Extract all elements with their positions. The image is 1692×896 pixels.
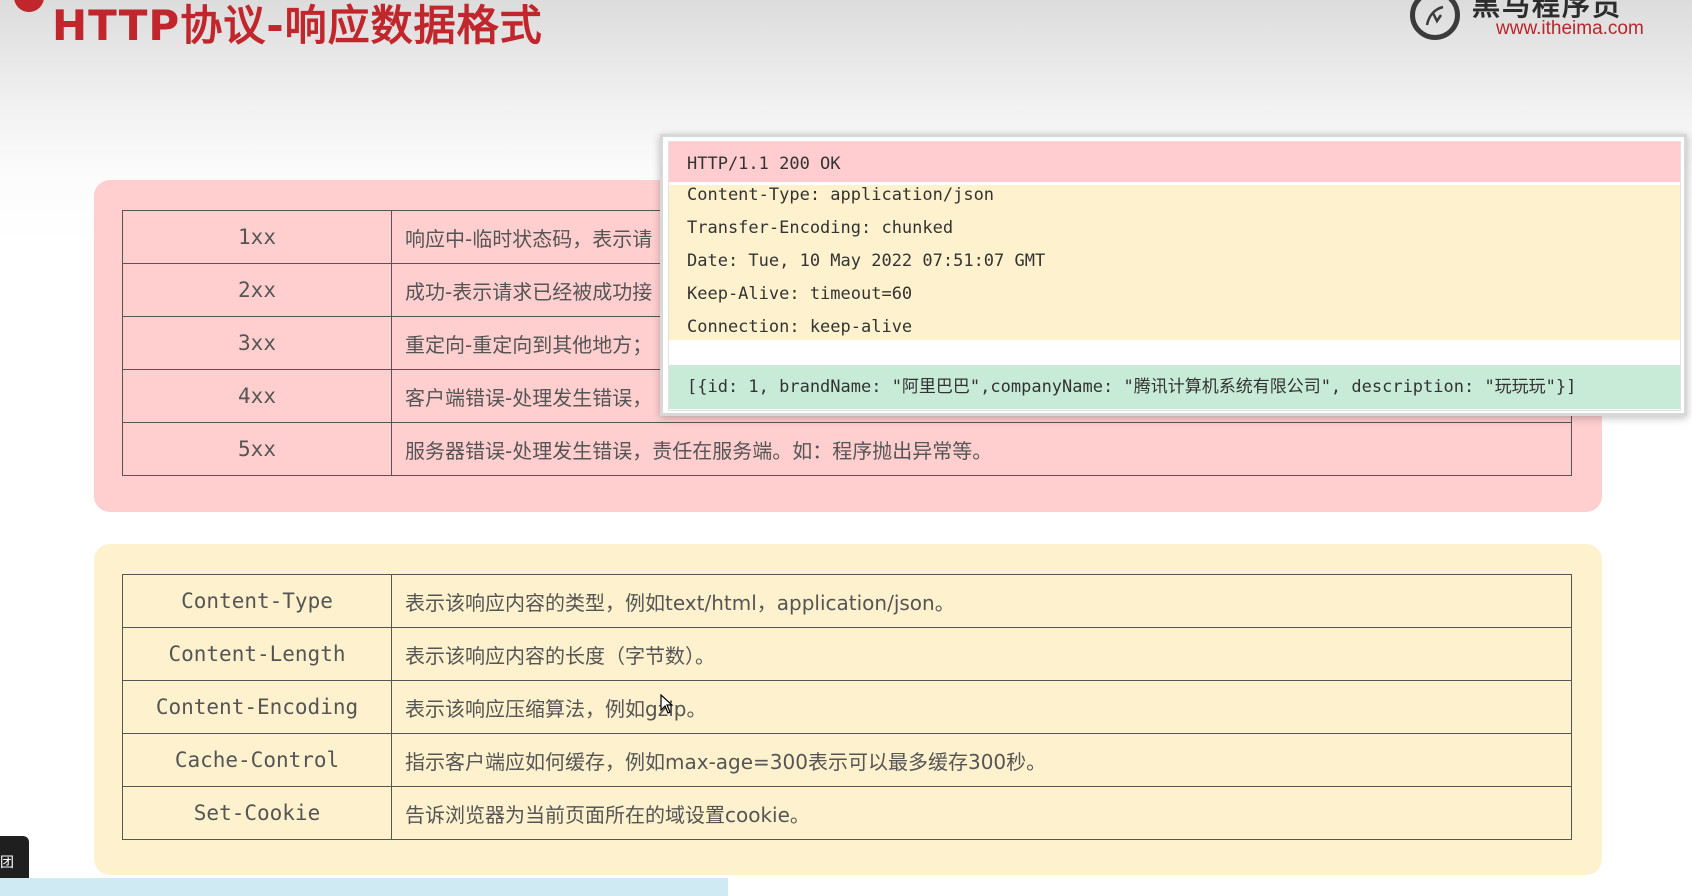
- mouse-cursor-icon: [660, 693, 674, 718]
- response-header-line: Connection: keep-alive: [687, 317, 913, 337]
- status-code-cell: 4xx: [122, 369, 392, 423]
- response-headers-block: Content-Type: application/json Transfer-…: [669, 185, 1680, 340]
- response-example-frame: HTTP/1.1 200 OK Content-Type: applicatio…: [668, 141, 1681, 411]
- response-example-popup: HTTP/1.1 200 OK Content-Type: applicatio…: [660, 134, 1687, 416]
- status-code-cell: 1xx: [122, 210, 392, 264]
- header-desc-cell: 指示客户端应如何缓存，例如max-age=300表示可以最多缓存300秒。: [391, 733, 1572, 787]
- response-header-line: Date: Tue, 10 May 2022 07:51:07 GMT: [687, 251, 1046, 271]
- header-name-cell: Cache-Control: [122, 733, 392, 787]
- status-code-cell: 2xx: [122, 263, 392, 317]
- horse-logo-icon: [1410, 0, 1460, 40]
- bottom-progress-strip: [0, 878, 728, 896]
- table-row: Content-Type 表示该响应内容的类型，例如text/html，appli…: [122, 574, 1572, 628]
- header-desc-cell: 表示该响应内容的长度（字节数）。: [391, 627, 1572, 681]
- response-body-line: [{id: 1, brandName: "阿里巴巴",companyName: …: [669, 365, 1680, 409]
- slide-title: HTTP协议-响应数据格式: [52, 1, 543, 50]
- brand-logo: 黑马程序员 www.itheima.com: [1410, 0, 1660, 46]
- header-name-cell: Content-Type: [122, 574, 392, 628]
- response-header-line: Keep-Alive: timeout=60: [687, 284, 913, 304]
- table-row: Cache-Control 指示客户端应如何缓存，例如max-age=300表示可…: [122, 733, 1572, 787]
- header-name-cell: Set-Cookie: [122, 786, 392, 840]
- status-code-cell: 5xx: [122, 422, 392, 476]
- response-header-line: Content-Type: application/json: [687, 185, 995, 205]
- table-row: Content-Encoding 表示该响应压缩算法，例如gzip。: [122, 680, 1572, 734]
- table-row: Content-Length 表示该响应内容的长度（字节数）。: [122, 627, 1572, 681]
- table-row: 5xx 服务器错误-处理发生错误，责任在服务端。如：程序抛出异常等。: [122, 422, 1572, 476]
- response-header-line: Transfer-Encoding: chunked: [687, 218, 954, 238]
- header-desc-cell: 表示该响应压缩算法，例如gzip。: [391, 680, 1572, 734]
- brand-url: www.itheima.com: [1496, 18, 1644, 39]
- slide-bullet-dot: [14, 0, 44, 12]
- header-name-cell: Content-Length: [122, 627, 392, 681]
- response-status-line: HTTP/1.1 200 OK: [669, 142, 1680, 182]
- table-row: Set-Cookie 告诉浏览器为当前页面所在的域设置cookie。: [122, 786, 1572, 840]
- status-desc-cell: 服务器错误-处理发生错误，责任在服务端。如：程序抛出异常等。: [391, 422, 1572, 476]
- header-name-cell: Content-Encoding: [122, 680, 392, 734]
- response-header-table: Content-Type 表示该响应内容的类型，例如text/html，appli…: [122, 574, 1572, 840]
- response-header-panel: Content-Type 表示该响应内容的类型，例如text/html，appli…: [94, 544, 1602, 875]
- header-desc-cell: 表示该响应内容的类型，例如text/html，application/json。: [391, 574, 1572, 628]
- status-code-cell: 3xx: [122, 316, 392, 370]
- header-desc-cell: 告诉浏览器为当前页面所在的域设置cookie。: [391, 786, 1572, 840]
